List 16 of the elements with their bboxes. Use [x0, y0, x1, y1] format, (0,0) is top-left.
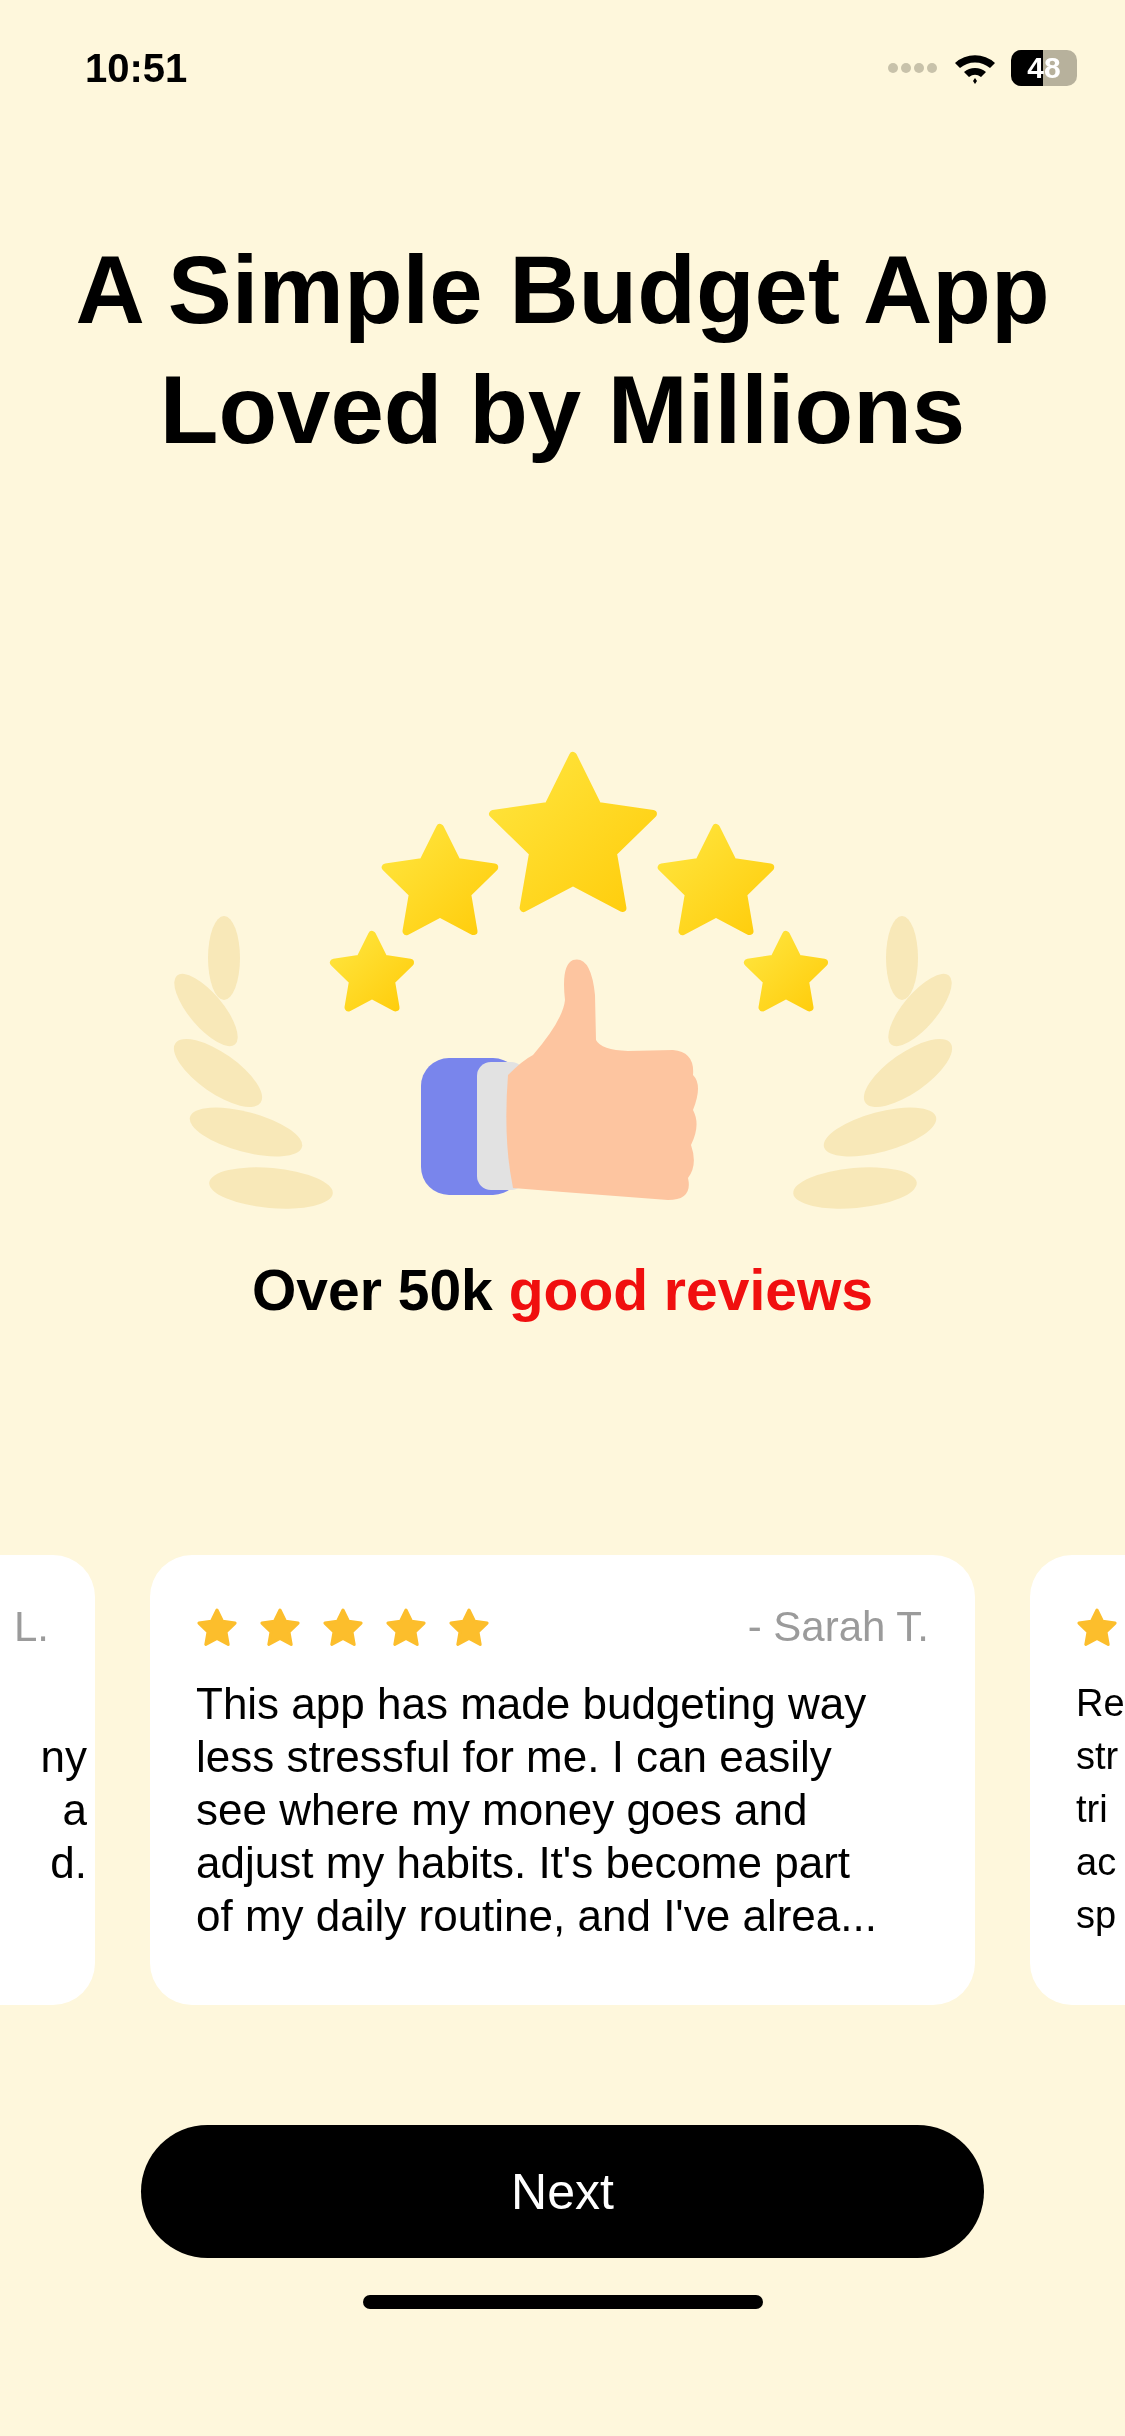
review-text: This app has made budgeting way less stressful for me. I can easily see where my money goes and adjust my habits. It's become part of my daily routine, and I've alrea...	[196, 1678, 878, 1942]
star-icon	[322, 1607, 364, 1647]
star-icon	[259, 1607, 301, 1647]
reviews-headline: Over 50k good reviews	[251, 1257, 874, 1324]
review-text: ny a d.	[39, 1731, 87, 1889]
star-icon	[1076, 1607, 1118, 1647]
signal-icon	[887, 62, 939, 74]
star-icon	[385, 1607, 427, 1647]
star-icon	[448, 1607, 490, 1647]
next-button[interactable]: Next	[141, 2125, 984, 2258]
star-icon	[196, 1607, 238, 1647]
review-author: - Sarah T.	[747, 1603, 929, 1651]
review-author: L.	[13, 1603, 49, 1651]
status-time: 10:51	[85, 45, 188, 91]
review-text: Re str tri ac sp	[1076, 1681, 1125, 1938]
title: A Simple Budget App Loved by Millions	[75, 235, 1050, 465]
